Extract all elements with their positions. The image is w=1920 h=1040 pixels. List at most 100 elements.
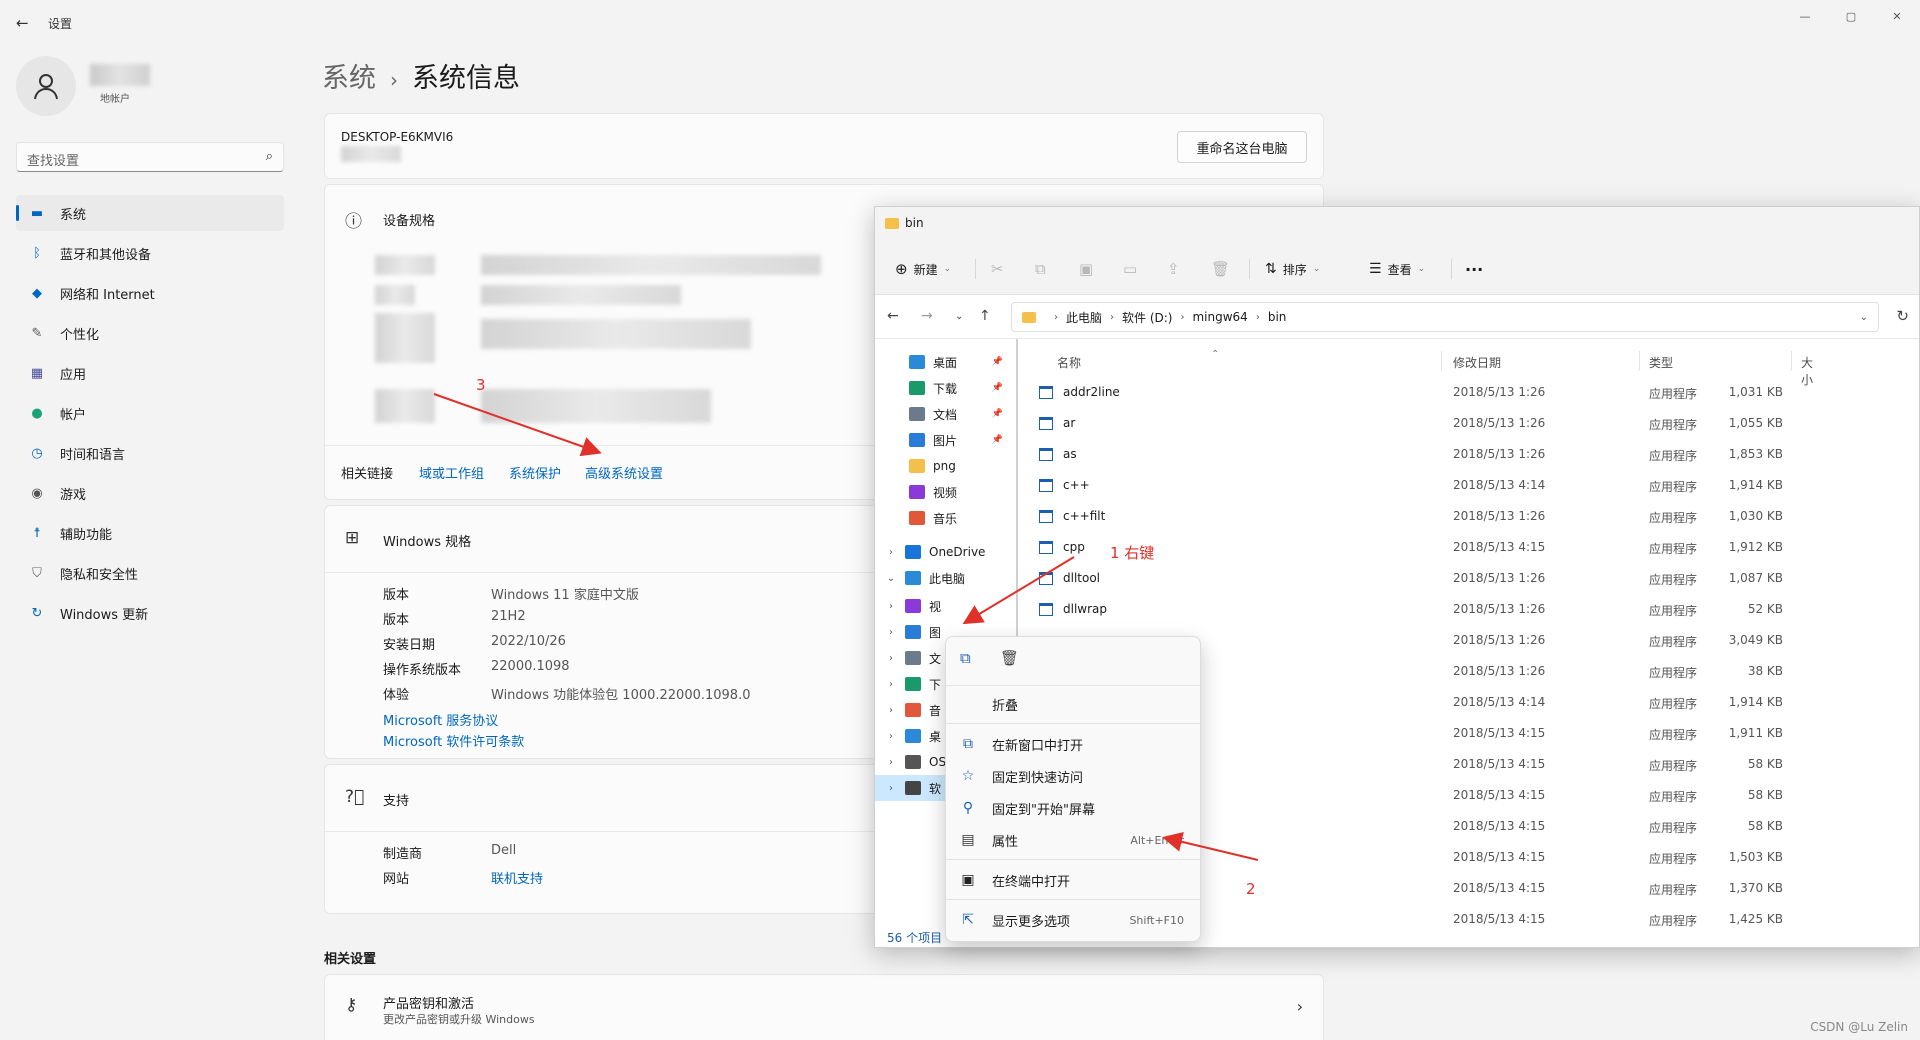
- table-row[interactable]: ar 2018/5/13 1:26 应用程序 1,055 KB: [1029, 408, 1799, 439]
- table-row[interactable]: dllwrap 2018/5/13 1:26 应用程序 52 KB: [1029, 594, 1799, 625]
- tree-item[interactable]: › 视: [875, 593, 1015, 619]
- address-bar[interactable]: › 此电脑 › 软件 (D:) › mingw64 › bin ⌄: [1011, 302, 1879, 332]
- back-arrow-icon[interactable]: ←: [16, 14, 29, 32]
- cut-icon[interactable]: ✂: [991, 257, 1004, 281]
- tree-item[interactable]: › OneDrive: [875, 539, 1015, 565]
- chevron-icon[interactable]: ›: [883, 679, 899, 690]
- file-size: 1,912 KB: [1728, 540, 1783, 554]
- menu-item-pin-quick-access[interactable]: ☆ 固定到快速访问: [946, 761, 1200, 791]
- breadcrumb-parent[interactable]: 系统: [322, 63, 376, 94]
- rename-pc-button[interactable]: 重命名这台电脑: [1177, 131, 1307, 163]
- explorer-titlebar: bin: [875, 207, 1919, 243]
- view-button[interactable]: ☰ 查看 ⌄: [1369, 257, 1425, 281]
- tree-item[interactable]: 下载 📌: [875, 375, 1015, 401]
- refresh-icon[interactable]: ↻: [1896, 307, 1909, 325]
- chevron-icon[interactable]: ›: [883, 601, 899, 612]
- delete-icon[interactable]: 🗑: [1000, 649, 1019, 667]
- menu-item-properties[interactable]: ▤ 属性 Alt+Enter: [946, 825, 1200, 855]
- table-row[interactable]: addr2line 2018/5/13 1:26 应用程序 1,031 KB: [1029, 377, 1799, 408]
- rename-icon[interactable]: ⧉: [960, 649, 971, 667]
- chevron-down-icon[interactable]: ⌄: [1860, 312, 1868, 323]
- up-arrow-icon[interactable]: ↑: [979, 308, 991, 324]
- menu-item-collapse[interactable]: 折叠: [946, 689, 1200, 719]
- sidebar-item-accessibility[interactable]: ☨ 辅助功能: [16, 515, 284, 551]
- link-domain-workgroup[interactable]: 域或工作组: [419, 463, 484, 482]
- exe-file-icon: [1039, 386, 1053, 399]
- column-date[interactable]: 修改日期: [1453, 354, 1501, 371]
- menu-item-open-terminal[interactable]: ▣ 在终端中打开: [946, 865, 1200, 895]
- tree-item[interactable]: 图片 📌: [875, 427, 1015, 453]
- product-key-subtitle: 更改产品密钥或升级 Windows: [383, 1013, 535, 1026]
- address-segment[interactable]: bin: [1268, 310, 1287, 324]
- chevron-right-icon: ›: [1296, 997, 1303, 1016]
- column-size[interactable]: 大小: [1801, 354, 1813, 388]
- file-type: 应用程序: [1649, 790, 1698, 804]
- search-placeholder: 查找设置: [27, 154, 80, 169]
- link-ms-license-terms[interactable]: Microsoft 软件许可条款: [383, 731, 524, 750]
- column-divider[interactable]: [1791, 351, 1792, 371]
- tree-item[interactable]: 音乐: [875, 505, 1015, 531]
- tree-item[interactable]: 视频: [875, 479, 1015, 505]
- tree-item[interactable]: ⌄ 此电脑: [875, 565, 1015, 591]
- chevron-icon[interactable]: ›: [883, 705, 899, 716]
- column-divider[interactable]: [1639, 351, 1640, 371]
- link-online-support[interactable]: 联机支持: [491, 868, 543, 887]
- sidebar-item-network[interactable]: ◆ 网络和 Internet: [16, 275, 284, 311]
- search-input[interactable]: 查找设置 ⌕: [16, 142, 284, 172]
- menu-item-more-options[interactable]: ⇱ 显示更多选项 Shift+F10: [946, 905, 1200, 935]
- product-key-card[interactable]: ⚷ 产品密钥和激活 更改产品密钥或升级 Windows ›: [324, 974, 1324, 1040]
- close-icon[interactable]: ✕: [1874, 0, 1920, 32]
- table-row[interactable]: c++ 2018/5/13 4:14 应用程序 1,914 KB: [1029, 470, 1799, 501]
- table-row[interactable]: as 2018/5/13 1:26 应用程序 1,853 KB: [1029, 439, 1799, 470]
- sidebar-item-accounts[interactable]: ● 帐户: [16, 395, 284, 431]
- rename-icon[interactable]: ▭: [1123, 257, 1137, 281]
- share-icon[interactable]: ⇪: [1167, 257, 1180, 281]
- paste-icon[interactable]: ▣: [1079, 257, 1093, 281]
- chevron-icon[interactable]: ›: [883, 547, 899, 558]
- address-segment[interactable]: 软件 (D:): [1122, 309, 1172, 326]
- address-segment[interactable]: mingw64: [1192, 310, 1247, 324]
- chevron-icon[interactable]: ⌄: [883, 573, 899, 584]
- menu-item-pin-start[interactable]: ⚲ 固定到"开始"屏幕: [946, 793, 1200, 823]
- file-date: 2018/5/13 4:15: [1453, 850, 1546, 864]
- column-type[interactable]: 类型: [1649, 354, 1673, 371]
- chevron-icon[interactable]: ›: [883, 653, 899, 664]
- chevron-icon[interactable]: ›: [883, 757, 899, 768]
- forward-arrow-icon[interactable]: →: [921, 308, 933, 324]
- tree-item[interactable]: 文档 📌: [875, 401, 1015, 427]
- new-button[interactable]: ⊕ 新建 ⌄: [895, 257, 951, 281]
- chevron-down-icon: ⌄: [943, 264, 952, 274]
- table-row[interactable]: c++filt 2018/5/13 1:26 应用程序 1,030 KB: [1029, 501, 1799, 532]
- sidebar-item-windows-update[interactable]: ↻ Windows 更新: [16, 595, 284, 631]
- file-date: 2018/5/13 1:26: [1453, 571, 1546, 585]
- tree-item[interactable]: png: [875, 453, 1015, 479]
- copy-icon[interactable]: ⧉: [1035, 257, 1046, 281]
- sidebar-item-personalization[interactable]: ✎ 个性化: [16, 315, 284, 351]
- back-arrow-icon[interactable]: ←: [887, 308, 899, 324]
- link-ms-service-agreement[interactable]: Microsoft 服务协议: [383, 710, 498, 729]
- sidebar-item-bluetooth[interactable]: ᛒ 蓝牙和其他设备: [16, 235, 284, 271]
- column-divider[interactable]: [1441, 351, 1442, 371]
- delete-icon[interactable]: 🗑: [1211, 257, 1230, 281]
- chevron-icon[interactable]: ›: [883, 627, 899, 638]
- link-system-protection[interactable]: 系统保护: [509, 463, 561, 482]
- more-options-icon[interactable]: ···: [1465, 257, 1483, 281]
- sidebar-item-gaming[interactable]: ◉ 游戏: [16, 475, 284, 511]
- minimize-icon[interactable]: —: [1782, 0, 1828, 32]
- chevron-down-icon[interactable]: ⌄: [955, 311, 963, 322]
- tree-item-label: 此电脑: [929, 571, 966, 586]
- maximize-icon[interactable]: ▢: [1828, 0, 1874, 32]
- sidebar-item-time-language[interactable]: ◷ 时间和语言: [16, 435, 284, 471]
- sidebar-item-system[interactable]: ▬ 系统: [16, 195, 284, 231]
- link-advanced-system-settings[interactable]: 高级系统设置: [585, 463, 663, 482]
- menu-item-open-new-window[interactable]: ⧉ 在新窗口中打开: [946, 729, 1200, 759]
- table-row[interactable]: dlltool 2018/5/13 1:26 应用程序 1,087 KB: [1029, 563, 1799, 594]
- sidebar-item-apps[interactable]: ▦ 应用: [16, 355, 284, 391]
- sort-button[interactable]: ⇅ 排序 ⌄: [1265, 257, 1320, 281]
- column-name[interactable]: 名称: [1057, 354, 1081, 371]
- sidebar-item-privacy[interactable]: ⛉ 隐私和安全性: [16, 555, 284, 591]
- address-segment[interactable]: 此电脑: [1066, 309, 1102, 326]
- chevron-icon[interactable]: ›: [883, 731, 899, 742]
- chevron-icon[interactable]: ›: [883, 783, 899, 794]
- tree-item[interactable]: 桌面 📌: [875, 349, 1015, 375]
